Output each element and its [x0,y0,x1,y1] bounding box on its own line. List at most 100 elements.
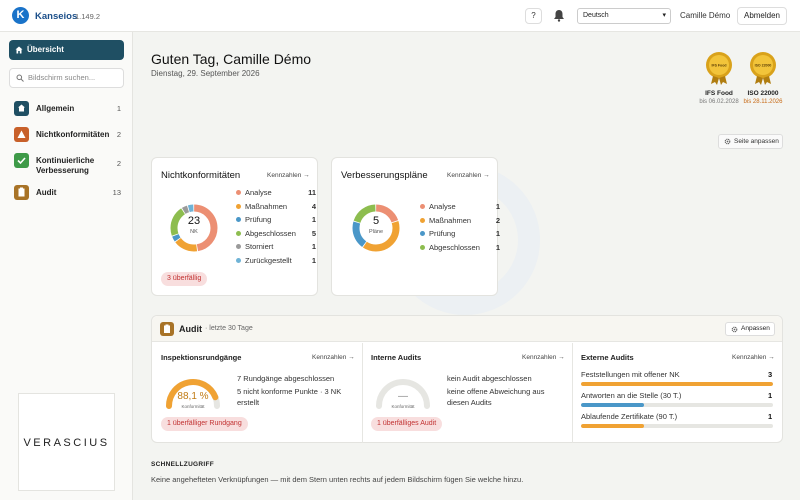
progress-bar [581,382,773,386]
internal-line-1: kein Audit abgeschlossen [447,374,532,383]
nonconformities-donut-chart [170,204,218,252]
kpi-link[interactable]: Kennzahlen → [732,354,775,361]
progress-bar-fill [581,382,773,386]
search-placeholder: Bildschirm suchen... [28,73,96,82]
legend-dot [236,244,241,249]
legend-label: Zurückgestellt [245,255,292,265]
sidebar-item-label: Kontinuierliche Verbesserung [36,156,95,175]
overdue-badge[interactable]: 1 überfälliges Audit [371,417,443,431]
search-icon [16,74,24,82]
legend-dot [420,204,425,209]
language-select[interactable]: Deutsch ▾ [577,8,671,24]
app-version: 1.149.2 [75,12,101,21]
legend-value: 1 [495,202,500,211]
home-icon [15,46,23,54]
overdue-badge[interactable]: 1 überfälliger Rundgang [161,417,248,431]
external-audit-label[interactable]: Ablaufende Zertifikate (90 T.) [581,412,677,421]
logo-icon[interactable]: K [12,7,29,24]
legend-label: Storniert [245,242,274,251]
kpi-link[interactable]: Kennzahlen → [522,354,565,361]
logout-button[interactable]: Abmelden [737,7,787,25]
page-title: Guten Tag, Camille Démo [151,51,312,67]
legend-value: 11 [308,188,316,197]
clipboard-icon [14,185,29,200]
column-divider [362,343,363,443]
progress-bar [581,424,773,428]
language-value: Deutsch [583,12,609,19]
inspections-line-1: 7 Rundgänge abgeschlossen [237,374,335,383]
kpi-link[interactable]: Kennzahlen → [447,172,490,179]
legend-label: Abgeschlossen [245,228,296,238]
legend-label: Maßnahmen [245,201,288,211]
certificate-validity: bis 06.02.2028 [699,99,739,105]
external-audit-value: 3 [768,370,773,379]
legend-dot [420,244,425,250]
brand-name[interactable]: Kanseios [35,11,77,22]
legend-dot [236,230,241,236]
legend-value: 1 [495,229,500,238]
legend-label: Analyse [245,188,272,197]
gauge-value: — [398,391,408,402]
donut-unit: NK [190,229,198,235]
search-input[interactable]: Bildschirm suchen... [9,68,124,88]
medal-icon: IFS Food [706,52,732,85]
legend-dot [236,257,241,263]
legend-label: Abgeschlossen [429,242,480,252]
sidebar-item-count: 1 [116,104,121,113]
sidebar-item-label: Nichtkonformitäten [36,130,110,139]
card-title: Verbesserungspläne [341,170,428,181]
gauge-value: 88,1 % [177,391,209,402]
legend-dot [236,203,241,209]
sidebar-item-count: 13 [112,188,121,197]
donut-unit: Pläne [368,229,384,235]
sidebar-item-count: 2 [116,130,121,139]
inspections-line-2: 5 nicht konforme Punkte · 3 NK erstellt [237,387,342,407]
check-icon [14,153,29,168]
medal-label: ISO 22000 [755,64,772,68]
bell-icon[interactable] [553,9,565,22]
external-audit-value: 1 [768,391,773,400]
legend-label: Prüfung [429,229,456,238]
sidebar: Übersicht Bildschirm suchen... Allgemein… [0,32,133,500]
certificate-iso-22000[interactable]: ISO 22000 ISO 22000 bis 28.11.2026 [743,51,783,105]
medal-icon: ISO 22000 [750,52,776,85]
external-audit-value: 1 [768,412,773,421]
legend-value: 4 [311,201,316,211]
progress-bar [581,403,773,407]
certificate-ifs-food[interactable]: IFS Food IFS Food bis 06.02.2028 [699,51,739,105]
external-audit-label[interactable]: Antworten an die Stelle (30 T.) [581,391,681,400]
inspections-title: Inspektionsrundgänge [161,353,242,362]
sidebar-item-label: Übersicht [27,45,64,54]
chevron-down-icon: ▾ [662,12,666,19]
audit-title: Audit [179,324,202,334]
audit-customize-label: Anpassen [741,325,770,332]
legend-value: 1 [311,242,316,251]
user-name[interactable]: Camille Démo [680,11,730,20]
general-icon [14,101,29,116]
audit-customize-button[interactable]: Anpassen [725,322,775,336]
kpi-link[interactable]: Kennzahlen → [267,172,310,179]
legend-value: 1 [495,242,500,252]
kpi-link[interactable]: Kennzahlen → [312,354,355,361]
external-audit-label[interactable]: Feststellungen mit offener NK [581,370,680,379]
internal-audits-title: Interne Audits [371,353,422,362]
legend-dot [236,190,241,195]
audit-subtitle: · letzte 30 Tage [205,325,253,332]
gauge-label: Konformität [181,404,205,409]
legend-dot [420,217,425,223]
legend-dot [420,231,425,236]
audit-header: Audit · letzte 30 Tage Anpassen [152,316,782,342]
medal-label: IFS Food [712,64,727,68]
overdue-badge[interactable]: 3 überfällig [161,272,208,286]
quick-access-title: SCHNELLZUGRIFF [151,461,215,468]
nonconformities-card: Nichtkonformitäten Kennzahlen → 23 NK An… [151,157,318,296]
donut-total: 23 [187,215,201,227]
help-button[interactable]: ? [525,8,542,24]
customize-page-button[interactable]: Seite anpassen [718,134,783,149]
legend-label: Analyse [429,202,456,211]
clipboard-icon [160,322,174,336]
legend-value: 1 [311,255,316,265]
sidebar-item-overview[interactable]: Übersicht [9,40,124,60]
sidebar-item-count: 2 [116,159,121,168]
improvement-plans-donut-chart [352,204,400,252]
